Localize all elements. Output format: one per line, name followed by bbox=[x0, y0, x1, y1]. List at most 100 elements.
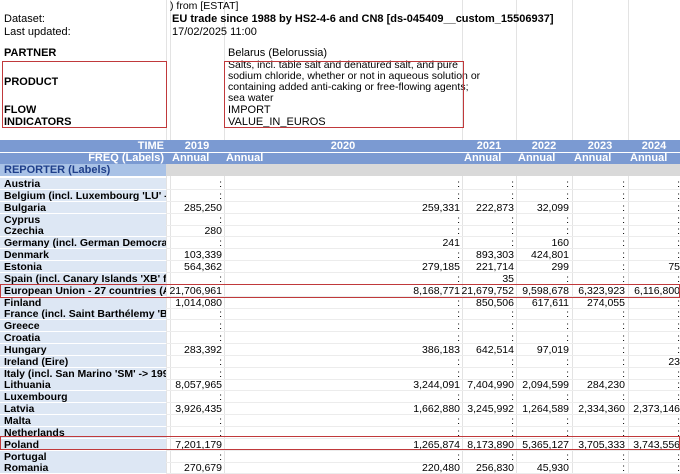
year-header: 2019 bbox=[184, 140, 210, 152]
table-cell: 3,245,992 bbox=[467, 403, 514, 416]
table-cell: : bbox=[566, 178, 569, 190]
table-cell: 103,339 bbox=[184, 249, 222, 262]
table-cell: 75 bbox=[668, 260, 680, 273]
reporter-name: Finland bbox=[0, 296, 166, 309]
reporter-name: European Union - 27 countries (AT, B bbox=[0, 284, 166, 297]
table-cell: : bbox=[457, 426, 460, 439]
table-cell: 283,392 bbox=[184, 343, 222, 356]
table-cell: 221,714 bbox=[476, 260, 514, 273]
reporter-name: Bulgaria bbox=[0, 201, 166, 214]
table-cell: : bbox=[457, 272, 460, 285]
table-cell: 259,331 bbox=[422, 201, 460, 214]
table-cell: : bbox=[219, 426, 222, 439]
table-cell: : bbox=[511, 426, 514, 439]
table-cell: : bbox=[511, 332, 514, 345]
partner-label: PARTNER bbox=[4, 47, 57, 59]
table-cell: 1,264,589 bbox=[522, 403, 569, 416]
table-cell: : bbox=[457, 308, 460, 321]
table-cell: : bbox=[457, 189, 460, 202]
reporter-name: Estonia bbox=[0, 260, 166, 273]
freq-value: Annual bbox=[464, 152, 502, 164]
table-cell: : bbox=[219, 391, 222, 404]
table-cell: : bbox=[511, 320, 514, 333]
reporter-name: Czechia bbox=[0, 225, 166, 238]
table-cell: : bbox=[566, 213, 569, 226]
table-cell: : bbox=[457, 332, 460, 345]
table-cell: 564,362 bbox=[184, 260, 222, 273]
table-cell: 2,334,360 bbox=[578, 403, 625, 416]
table-cell: : bbox=[511, 415, 514, 427]
year-header: 2023 bbox=[587, 140, 613, 152]
table-cell: : bbox=[457, 178, 460, 190]
year-header: 2022 bbox=[531, 140, 557, 152]
table-cell: : bbox=[566, 355, 569, 368]
table-cell: 1,662,880 bbox=[413, 403, 460, 416]
table-cell: : bbox=[622, 450, 625, 463]
table-cell: 1,265,874 bbox=[413, 438, 460, 451]
table-cell: 5,365,127 bbox=[522, 438, 569, 451]
table-cell: 3,705,333 bbox=[578, 438, 625, 451]
year-header: 2021 bbox=[476, 140, 502, 152]
table-cell: : bbox=[219, 320, 222, 333]
flow-label: FLOW bbox=[4, 104, 37, 116]
reporter-name: Belgium (incl. Luxembourg 'LU' -> 1 bbox=[0, 189, 166, 202]
table-cell: 285,250 bbox=[184, 201, 222, 214]
table-cell: : bbox=[219, 237, 222, 250]
table-cell: : bbox=[622, 462, 625, 474]
table-cell: : bbox=[511, 355, 514, 368]
table-cell: : bbox=[219, 450, 222, 463]
dataset-value: EU trade since 1988 by HS2-4-6 and CN8 [… bbox=[172, 13, 554, 25]
table-cell: : bbox=[622, 225, 625, 238]
table-cell: : bbox=[566, 367, 569, 380]
row-gridline bbox=[166, 236, 680, 238]
table-cell: : bbox=[622, 201, 625, 214]
table-cell: 160 bbox=[551, 237, 569, 250]
table-cell: 270,679 bbox=[184, 462, 222, 474]
table-cell: 642,514 bbox=[476, 343, 514, 356]
partner-value: Belarus (Belorussia) bbox=[228, 47, 328, 59]
reporter-name: Portugal bbox=[0, 450, 166, 463]
reporter-name: Cyprus bbox=[0, 213, 166, 226]
row-gridline bbox=[166, 426, 680, 427]
indicators-value: VALUE_IN_EUROS bbox=[228, 116, 326, 128]
table-cell: 3,743,556 bbox=[633, 438, 680, 451]
table-cell: : bbox=[566, 272, 569, 285]
reporter-name: Greece bbox=[0, 320, 166, 333]
table-cell: : bbox=[219, 272, 222, 285]
time-label: TIME bbox=[137, 140, 164, 152]
table-cell: 8,057,965 bbox=[175, 379, 222, 392]
table-cell: 97,019 bbox=[536, 343, 569, 356]
dataset-label: Dataset: bbox=[4, 13, 45, 25]
table-cell: : bbox=[457, 249, 460, 262]
table-cell: : bbox=[622, 178, 625, 190]
reporter-name: Luxembourg bbox=[0, 391, 166, 404]
table-cell: 3,926,435 bbox=[175, 403, 222, 416]
table-cell: : bbox=[457, 225, 460, 238]
table-cell: : bbox=[566, 189, 569, 202]
table-cell: : bbox=[566, 308, 569, 321]
table-cell: 8,173,890 bbox=[467, 438, 514, 451]
table-cell: : bbox=[566, 332, 569, 345]
table-cell: : bbox=[622, 343, 625, 356]
reporter-name: France (incl. Saint Barthélemy 'BL' - bbox=[0, 308, 166, 321]
table-cell: 3,244,091 bbox=[413, 379, 460, 392]
table-cell: : bbox=[622, 272, 625, 285]
reporter-header-fill bbox=[166, 164, 680, 176]
table-cell: 1,014,080 bbox=[175, 296, 222, 309]
last-updated-value: 17/02/2025 11:00 bbox=[172, 26, 257, 38]
table-cell: : bbox=[511, 308, 514, 321]
table-cell: : bbox=[566, 450, 569, 463]
table-cell: : bbox=[219, 178, 222, 190]
table-cell: 2,373,146 bbox=[633, 403, 680, 416]
row-gridline bbox=[166, 366, 680, 368]
table-cell: : bbox=[622, 320, 625, 333]
row-gridline bbox=[166, 189, 680, 190]
freq-value: Annual bbox=[226, 152, 264, 164]
table-cell: : bbox=[622, 391, 625, 404]
reporter-name: Malta bbox=[0, 415, 166, 427]
table-cell: : bbox=[219, 189, 222, 202]
table-cell: 241 bbox=[442, 237, 460, 250]
reporter-name: Hungary bbox=[0, 343, 166, 356]
table-cell: 6,323,923 bbox=[578, 284, 625, 297]
table-cell: : bbox=[457, 415, 460, 427]
